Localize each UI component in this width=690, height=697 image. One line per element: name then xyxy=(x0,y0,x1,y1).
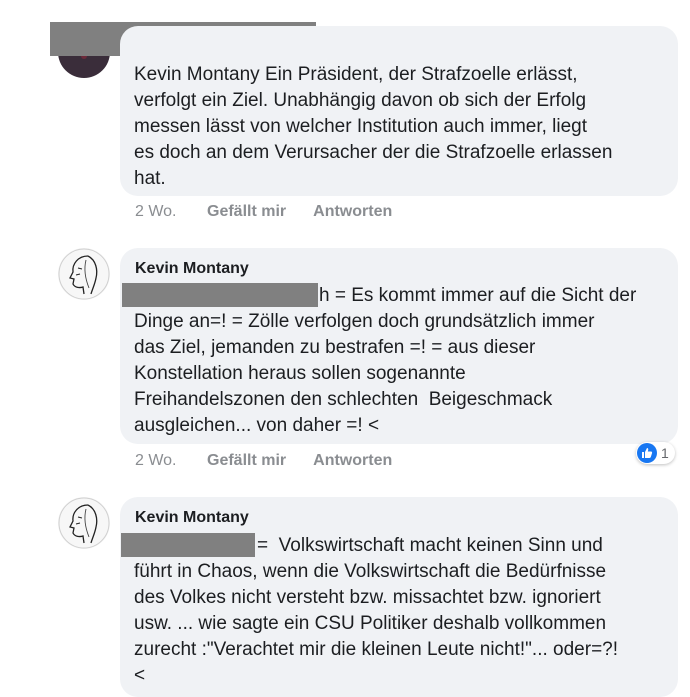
comment-line: Dinge an=! = Zölle verfolgen doch grunds… xyxy=(134,311,595,332)
redacted-mentioned-name xyxy=(122,283,318,307)
comment-age[interactable]: 2 Wo. xyxy=(135,452,207,470)
comment-line: verfolgt ein Ziel. Unabhängig davon ob s… xyxy=(134,90,587,111)
comment-line: h = Es kommt immer auf die Sicht der xyxy=(319,285,637,306)
like-button[interactable]: Gefällt mir xyxy=(207,452,286,470)
redacted-mentioned-name xyxy=(121,533,255,557)
thumbs-up-icon xyxy=(637,443,657,463)
comment-author-name[interactable]: Kevin Montany xyxy=(135,509,249,527)
avatar[interactable] xyxy=(58,497,110,549)
comment-line: das Ziel, jemanden zu bestrafen =! = aus… xyxy=(134,337,536,358)
reply-button[interactable]: Antworten xyxy=(313,452,392,470)
comment-line: < xyxy=(134,665,146,686)
avatar-sketch-face-icon xyxy=(58,497,110,549)
comment-line: Freihandelszonen den schlechten Beigesch… xyxy=(134,389,553,410)
like-button[interactable]: Gefällt mir xyxy=(207,203,286,221)
comment-line: Kevin Montany Ein Präsident, der Strafzo… xyxy=(134,64,578,85)
avatar[interactable] xyxy=(58,248,110,300)
avatar-sketch-face-icon xyxy=(58,248,110,300)
comment-line: zurecht :"Verachtet mir die kleinen Leut… xyxy=(134,639,619,660)
comment-line: ausgleichen... von daher =! < xyxy=(134,415,380,436)
comment-line: führt in Chaos, wenn die Volkswirtschaft… xyxy=(134,561,607,582)
reaction-count: 1 xyxy=(661,445,669,461)
comment-author-name[interactable]: Kevin Montany xyxy=(135,260,249,278)
comment-line: hat. xyxy=(134,168,166,189)
comment-line: es doch an dem Verursacher der die Straf… xyxy=(134,142,613,163)
comment-actions: 2 Wo. Gefällt mir Antworten xyxy=(135,203,419,221)
reply-button[interactable]: Antworten xyxy=(313,203,392,221)
comment-age[interactable]: 2 Wo. xyxy=(135,203,207,221)
comment-line: messen lässt von welcher Institution auc… xyxy=(134,116,588,137)
comment-line: usw. ... wie sagte ein CSU Politiker des… xyxy=(134,613,607,634)
reaction-summary[interactable]: 1 xyxy=(636,442,675,464)
comment-line: des Volkes nicht versteht bzw. missachte… xyxy=(134,587,601,608)
comment-line: Konstellation heraus sollen sogenannte xyxy=(134,363,466,384)
comment-line: = Volkswirtschaft macht keinen Sinn und xyxy=(257,535,603,556)
comment-actions: 2 Wo. Gefällt mir Antworten xyxy=(135,452,419,470)
